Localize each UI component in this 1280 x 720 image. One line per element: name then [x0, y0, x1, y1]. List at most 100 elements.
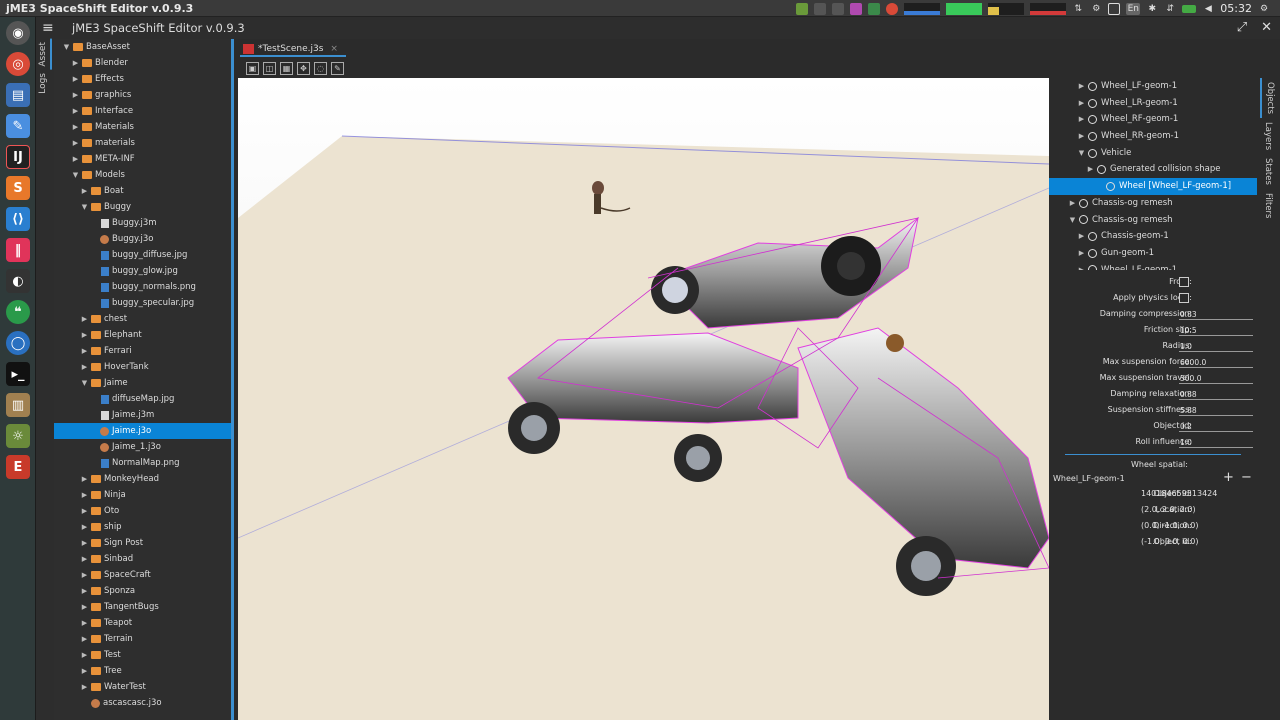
expand-arrow-icon[interactable]: ▶: [80, 615, 89, 631]
object-item[interactable]: ▶ Wheel_LF-geom-1: [1049, 262, 1257, 270]
tree-item[interactable]: ▼ Jaime: [54, 375, 231, 391]
tree-item[interactable]: ▶ Ninja: [54, 487, 231, 503]
object-item[interactable]: ▼ Chassis-og remesh: [1049, 212, 1257, 229]
files-icon[interactable]: ▤: [6, 83, 30, 107]
expand-arrow-icon[interactable]: ▶: [80, 647, 89, 663]
tree-item[interactable]: ▶ materials: [54, 135, 231, 151]
expand-arrow-icon[interactable]: ▶: [1077, 128, 1086, 145]
hangouts-tray-icon[interactable]: [868, 2, 881, 15]
collapse-arrow-icon[interactable]: ▼: [71, 167, 80, 183]
tree-item[interactable]: Jaime.j3m: [54, 407, 231, 423]
tree-item[interactable]: Jaime.j3o: [54, 423, 231, 439]
chrome-icon[interactable]: ◎: [6, 52, 30, 76]
chrome-tray-icon[interactable]: [886, 2, 899, 15]
expand-arrow-icon[interactable]: ▶: [71, 55, 80, 71]
collapse-arrow-icon[interactable]: ▼: [1077, 145, 1086, 162]
light-icon[interactable]: ◫: [263, 62, 276, 75]
expand-arrow-icon[interactable]: ▶: [80, 631, 89, 647]
menu-icon[interactable]: ≡: [42, 20, 54, 36]
volume-icon[interactable]: ◀: [1202, 3, 1214, 15]
scene-viewport[interactable]: [238, 78, 1049, 720]
object-item[interactable]: ▶ Gun-geom-1: [1049, 245, 1257, 262]
tab-states[interactable]: States: [1260, 154, 1276, 189]
expand-arrow-icon[interactable]: ▶: [1077, 228, 1086, 245]
vscode-icon[interactable]: ⟨⟩: [6, 207, 30, 231]
tree-item[interactable]: ▼ Models: [54, 167, 231, 183]
tree-item[interactable]: ▶ Sinbad: [54, 551, 231, 567]
expand-arrow-icon[interactable]: ▶: [80, 327, 89, 343]
expand-arrow-icon[interactable]: ▶: [1077, 78, 1086, 95]
tab-filters[interactable]: Filters: [1260, 189, 1276, 222]
expand-arrow-icon[interactable]: ▶: [80, 535, 89, 551]
physics-local-checkbox[interactable]: [1179, 293, 1189, 303]
sublime-icon[interactable]: S: [6, 176, 30, 200]
expand-arrow-icon[interactable]: ▶: [80, 551, 89, 567]
property-input[interactable]: 0.83: [1179, 309, 1253, 320]
tree-item[interactable]: ▶ Elephant: [54, 327, 231, 343]
battery-icon[interactable]: [1182, 4, 1197, 13]
move-icon[interactable]: ✥: [297, 62, 310, 75]
expand-arrow-icon[interactable]: ▶: [71, 151, 80, 167]
expand-arrow-icon[interactable]: ▶: [71, 103, 80, 119]
property-input[interactable]: 1.0: [1179, 341, 1253, 352]
tree-item[interactable]: Jaime_1.j3o: [54, 439, 231, 455]
tab-logs[interactable]: Logs: [36, 70, 50, 97]
clock[interactable]: 05:32: [1220, 2, 1252, 15]
tree-item[interactable]: ▼ BaseAsset: [54, 39, 231, 55]
expand-arrow-icon[interactable]: ▶: [1068, 195, 1077, 212]
expand-arrow-icon[interactable]: ▶: [80, 663, 89, 679]
expand-arrow-icon[interactable]: ▶: [71, 119, 80, 135]
tree-item[interactable]: ▶ Test: [54, 647, 231, 663]
expand-arrow-icon[interactable]: ▶: [1086, 161, 1095, 178]
property-input[interactable]: 10.5: [1179, 325, 1253, 336]
steam-icon[interactable]: ◐: [6, 269, 30, 293]
tree-item[interactable]: ▶ Teapot: [54, 615, 231, 631]
expand-arrow-icon[interactable]: ▶: [80, 567, 89, 583]
terminal-icon[interactable]: ▸_: [6, 362, 30, 386]
object-item[interactable]: Wheel [Wheel_LF-geom-1]: [1049, 178, 1257, 195]
expand-arrow-icon[interactable]: ▶: [1077, 111, 1086, 128]
property-input[interactable]: 5.88: [1179, 405, 1253, 416]
record-tray-icon[interactable]: [1108, 2, 1121, 15]
frame-icon[interactable]: ▣: [246, 62, 259, 75]
collapse-arrow-icon[interactable]: ▼: [1068, 212, 1077, 229]
network-icon[interactable]: ⇵: [1164, 3, 1176, 15]
property-input[interactable]: 0.88: [1179, 389, 1253, 400]
tab-layers[interactable]: Layers: [1260, 118, 1276, 154]
expand-arrow-icon[interactable]: ▶: [71, 71, 80, 87]
fullscreen-icon[interactable]: ⤢: [1237, 20, 1247, 35]
expand-arrow-icon[interactable]: ▶: [1077, 95, 1086, 112]
tree-item[interactable]: ▶ HoverTank: [54, 359, 231, 375]
object-item[interactable]: ▶ Wheel_LR-geom-1: [1049, 95, 1257, 112]
tree-item[interactable]: ▶ Ferrari: [54, 343, 231, 359]
property-input[interactable]: 1.0: [1179, 437, 1253, 448]
tree-item[interactable]: ▶ Sponza: [54, 583, 231, 599]
tree-item[interactable]: ▶ MonkeyHead: [54, 471, 231, 487]
jme-icon[interactable]: E: [6, 455, 30, 479]
object-item[interactable]: ▶ Generated collision shape: [1049, 161, 1257, 178]
tree-item[interactable]: ▶ WaterTest: [54, 679, 231, 695]
collapse-arrow-icon[interactable]: ▼: [62, 39, 71, 55]
tree-item[interactable]: ▶ Oto: [54, 503, 231, 519]
tree-item[interactable]: ▶ ship: [54, 519, 231, 535]
expand-arrow-icon[interactable]: ▶: [80, 359, 89, 375]
property-input[interactable]: 0.2: [1179, 421, 1253, 432]
expand-arrow-icon[interactable]: ▶: [80, 583, 89, 599]
tree-item[interactable]: ascascasc.j3o: [54, 695, 231, 711]
ubuntu-icon[interactable]: ◉: [6, 21, 30, 45]
discord-tray-icon[interactable]: [850, 2, 863, 15]
tree-item[interactable]: ▶ SpaceCraft: [54, 567, 231, 583]
tab-testscene[interactable]: *TestScene.j3s ×: [240, 41, 346, 57]
tree-item[interactable]: ▶ Interface: [54, 103, 231, 119]
expand-arrow-icon[interactable]: ▶: [80, 343, 89, 359]
tree-item[interactable]: ▶ Blender: [54, 55, 231, 71]
expand-arrow-icon[interactable]: ▶: [80, 599, 89, 615]
tray-app-icon[interactable]: [796, 2, 809, 15]
object-item[interactable]: ▶ Wheel_LF-geom-1: [1049, 78, 1257, 95]
steam-tray-icon[interactable]: [814, 2, 827, 15]
tree-item[interactable]: ▼ Buggy: [54, 199, 231, 215]
tree-item[interactable]: buggy_normals.png: [54, 279, 231, 295]
expand-arrow-icon[interactable]: ▶: [1077, 262, 1086, 270]
tree-item[interactable]: ▶ Boat: [54, 183, 231, 199]
collapse-arrow-icon[interactable]: ▼: [80, 375, 89, 391]
